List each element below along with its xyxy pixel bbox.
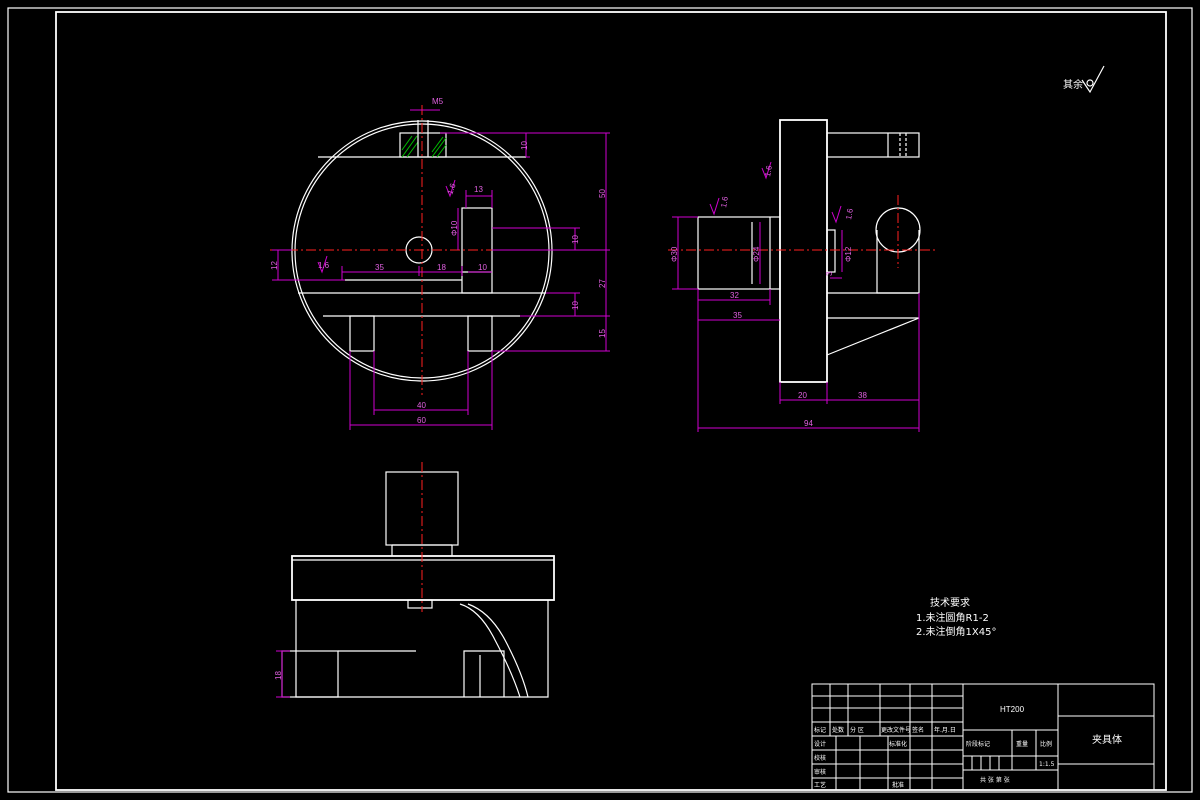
tb-part-name: 夹具体 — [1092, 733, 1122, 746]
tb-stage-label: 阶段标记 — [966, 740, 990, 748]
side-dimensions — [672, 161, 920, 432]
dim-side-phi30: Φ30 — [670, 246, 679, 262]
tb-approve-label: 批准 — [892, 781, 904, 789]
dim-side-94: 94 — [804, 419, 813, 428]
dim-front-27: 27 — [598, 279, 607, 288]
dim-side-32: 32 — [730, 291, 739, 300]
dim-front-35: 35 — [375, 263, 384, 272]
tb-std-label: 标准化 — [889, 740, 907, 748]
dim-front-15: 15 — [598, 329, 607, 338]
dim-front-phi10: Φ10 — [450, 220, 459, 236]
tb-header-docno: 更改文件号 — [881, 726, 911, 734]
rough-front-2: 1.6 — [318, 261, 330, 270]
rough-side-2: 1.6 — [763, 164, 774, 177]
dim-front-50: 50 — [598, 189, 607, 198]
title-block: HT200 夹具体 标记 设计 校核 审核 工艺 处数 分 区 更改文件号 签名… — [811, 683, 1155, 791]
notes-line-2: 2.未注倒角1X45° — [916, 625, 996, 638]
notes-line-1: 1.未注圆角R1-2 — [916, 611, 989, 624]
dim-front-10d: 10 — [571, 301, 580, 310]
side-view — [668, 119, 935, 383]
tb-scale-label: 比例 — [1040, 740, 1052, 748]
dim-front-10a: 10 — [520, 141, 529, 150]
roughness-symbol-other: 其余 — [1063, 65, 1105, 94]
rough-side-1: 1.6 — [719, 195, 730, 208]
dim-plan-18: 18 — [274, 671, 283, 680]
tb-header-sign: 签名 — [912, 726, 924, 734]
dim-side-phi12: Φ12 — [844, 246, 853, 262]
dim-side-38: 38 — [858, 391, 867, 400]
dim-side-phi24: Φ24 — [752, 246, 761, 262]
dim-side-35: 35 — [733, 311, 742, 320]
dim-front-12: 12 — [270, 261, 279, 270]
rough-side-3: 1.6 — [844, 207, 855, 220]
tb-material: HT200 — [1000, 705, 1025, 714]
tb-row-mark: 标记 — [814, 726, 826, 734]
dim-front-10c: 10 — [478, 263, 487, 272]
outer-border — [7, 7, 1193, 793]
plan-dimensions: 18 — [274, 650, 290, 698]
side-disc — [779, 119, 828, 383]
dim-side-20: 20 — [798, 391, 807, 400]
tb-header-zone: 分 区 — [850, 726, 864, 734]
dim-front-10b: 10 — [571, 235, 580, 244]
side-dim-text: Φ30 Φ24 Φ12 32 35 20 38 94 3 1.6 1.6 1.6 — [670, 164, 867, 428]
tb-header-date: 年.月.日 — [934, 726, 956, 734]
tb-header-count: 处数 — [832, 726, 844, 734]
dim-front-18: 18 — [437, 263, 446, 272]
dim-front-60: 60 — [417, 416, 426, 425]
dim-front-m5: M5 — [432, 97, 444, 106]
inner-border — [55, 11, 1167, 791]
rough-front-1: 1.6 — [445, 182, 457, 196]
tb-weight-label: 重量 — [1016, 740, 1028, 748]
tb-scale-value: 1:1.5 — [1039, 761, 1055, 768]
tb-row-design: 设计 — [814, 740, 826, 748]
technical-notes: 技术要求 1.未注圆角R1-2 2.未注倒角1X45° — [916, 596, 996, 638]
engineering-drawing: 其余 M5 10 50 13 Φ10 10 12 35 18 10 27 10 … — [7, 7, 1193, 793]
tb-sheet-info: 共 张 第 张 — [980, 776, 1010, 784]
tb-row-process: 工艺 — [814, 781, 826, 789]
tb-row-review: 审核 — [814, 768, 826, 776]
plan-view — [281, 462, 555, 698]
dim-front-13: 13 — [474, 185, 483, 194]
roughness-other-label: 其余 — [1063, 78, 1083, 91]
notes-heading: 技术要求 — [930, 596, 970, 609]
dim-side-3: 3 — [825, 271, 834, 276]
front-dim-text: M5 10 50 13 Φ10 10 12 35 18 10 27 10 15 … — [270, 97, 607, 425]
tb-row-check: 校核 — [814, 754, 826, 762]
dim-front-40: 40 — [417, 401, 426, 410]
